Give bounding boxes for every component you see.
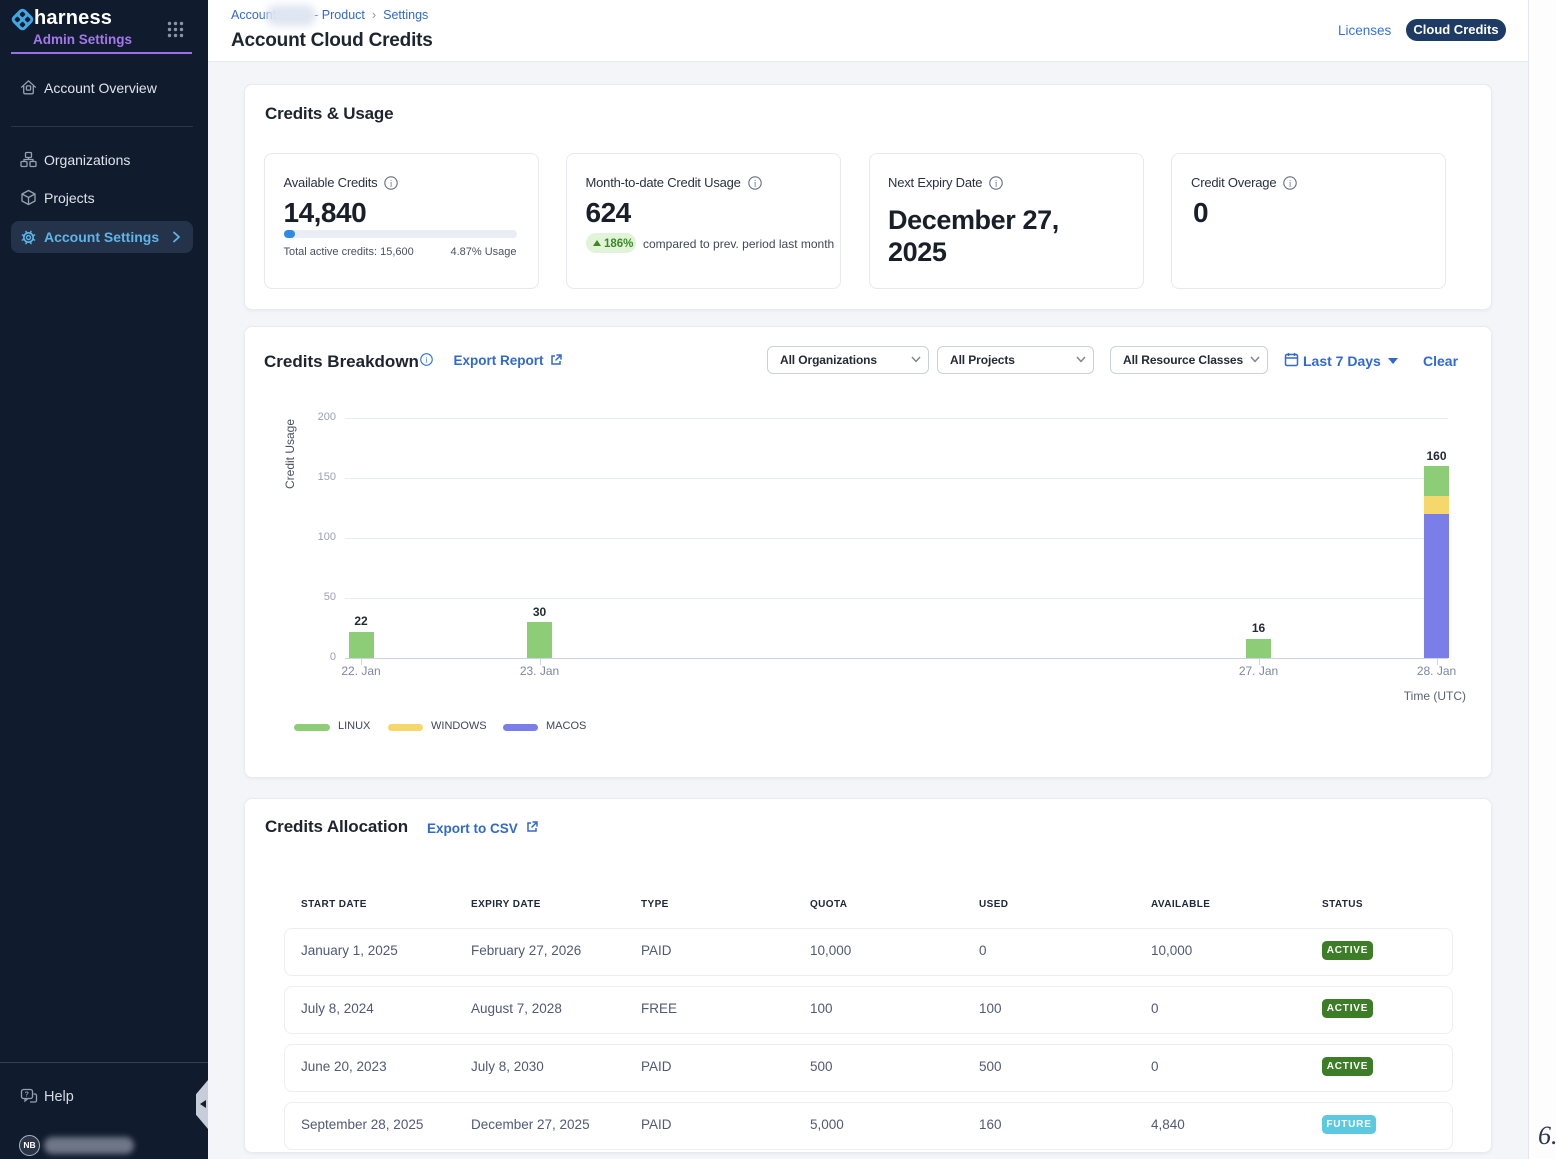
svg-text:i: i [425, 356, 428, 365]
svg-text:i: i [995, 178, 998, 188]
svg-text:?: ? [25, 1092, 29, 1099]
svg-text:i: i [754, 178, 757, 188]
svg-text:i: i [390, 178, 393, 188]
svg-text:i: i [1289, 178, 1292, 188]
